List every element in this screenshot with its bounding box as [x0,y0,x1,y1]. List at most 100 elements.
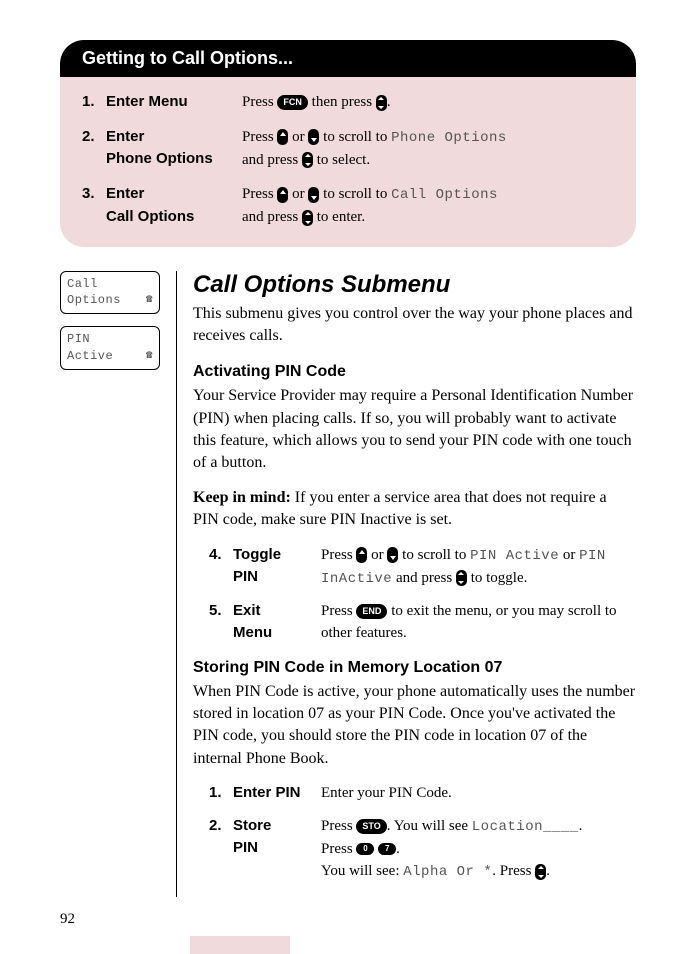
step-desc: Press END to exit the menu, or you may s… [321,600,636,645]
text: to scroll to [323,129,391,145]
getting-to-panel: Getting to Call Options... 1. Enter Menu… [60,40,636,247]
updown-key-icon [302,210,313,226]
text: Press [321,547,356,563]
step-row: 3. Enter Call Options Press or to scroll… [82,183,614,229]
step-label: Toggle PIN [233,544,321,590]
text: to scroll to [323,186,391,202]
step-label: Enter PIN [233,782,321,805]
text: or [292,186,308,202]
text: Press [321,841,356,857]
text: Press [242,94,277,110]
text: to scroll to [402,547,470,563]
text: You will see: [321,863,403,879]
subheading: Storing PIN Code in Memory Location 07 [193,659,636,677]
text: . [387,94,391,110]
phone-icon: ☎ [146,349,153,364]
seven-key-icon: 7 [378,843,396,855]
bottom-accent [190,936,290,954]
body-text: Your Service Provider may require a Pers… [193,385,636,475]
step-number: 5. [209,600,233,645]
lcd-text: Alpha Or * [403,864,492,880]
step-number: 4. [209,544,233,590]
text: to select. [317,152,370,168]
section-title: Call Options Submenu [193,271,636,299]
step-row: 1. Enter Menu Press FCN then press . [82,91,614,114]
updown-key-icon [376,95,387,111]
step-desc: Press STO. You will see Location____. Pr… [321,815,636,884]
text: to toggle. [471,570,528,586]
text: Press [242,129,277,145]
text: Press [321,818,356,834]
step-desc: Enter your PIN Code. [321,782,636,805]
step-number: 2. [209,815,233,884]
text: . You will see [387,818,472,834]
text: to enter. [317,209,365,225]
step-label: Enter Menu [106,91,242,114]
lcd-display: PIN Active ☎ [60,326,160,370]
lcd-line1: Call [67,276,153,293]
text: . [579,818,583,834]
lcd-text: PIN Active [470,548,559,564]
lcd-text: Phone Options [391,130,507,146]
text: Press [242,186,277,202]
text: and press [242,209,302,225]
text: or [292,129,308,145]
lcd-display: Call Options ☎ [60,271,160,315]
text: and press [242,152,302,168]
text: or [371,547,387,563]
step-label: Store PIN [233,815,321,884]
step-number: 1. [209,782,233,805]
panel-body: 1. Enter Menu Press FCN then press . 2. … [60,77,636,247]
up-key-icon [356,547,367,563]
lcd-line2: Options [67,292,121,309]
keep-in-mind: Keep in mind: If you enter a service are… [193,487,636,532]
keep-label: Keep in mind: [193,489,291,506]
updown-key-icon [456,570,467,586]
up-key-icon [277,129,288,145]
text: . [546,863,550,879]
down-key-icon [387,547,398,563]
fcn-key-icon: FCN [277,95,308,110]
end-key-icon: END [356,604,387,619]
step-row: 1. Enter PIN Enter your PIN Code. [209,782,636,805]
step-label: Enter Phone Options [106,126,242,172]
inner-steps: 4. Toggle PIN Press or to scroll to PIN … [193,544,636,645]
down-key-icon [308,129,319,145]
updown-key-icon [302,152,313,168]
page-number: 92 [60,911,75,928]
step-desc: Press or to scroll to PIN Active or PIN … [321,544,636,590]
step-row: 4. Toggle PIN Press or to scroll to PIN … [209,544,636,590]
main-content: Call Options Submenu This submenu gives … [176,271,636,898]
text: . [396,841,400,857]
lcd-text: Location____ [472,819,579,835]
step-label: Exit Menu [233,600,321,645]
step-number: 2. [82,126,106,172]
text: or [563,547,579,563]
sto-key-icon: STO [356,819,386,834]
panel-header: Getting to Call Options... [60,40,636,77]
step-label: Enter Call Options [106,183,242,229]
inner-steps: 1. Enter PIN Enter your PIN Code. 2. Sto… [193,782,636,883]
text: and press [396,570,456,586]
content-columns: Call Options ☎ PIN Active ☎ Call Options… [60,271,636,898]
step-row: 5. Exit Menu Press END to exit the menu,… [209,600,636,645]
step-row: 2. Enter Phone Options Press or to scrol… [82,126,614,172]
subheading: Activating PIN Code [193,363,636,381]
step-number: 1. [82,91,106,114]
lcd-line2: Active [67,348,113,365]
step-desc: Press FCN then press . [242,91,614,114]
up-key-icon [277,187,288,203]
zero-key-icon: 0 [356,843,374,855]
manual-page: Getting to Call Options... 1. Enter Menu… [0,0,676,927]
lcd-text: Call Options [391,187,498,203]
text: . Press [492,863,535,879]
step-number: 3. [82,183,106,229]
lcd-line1: PIN [67,331,153,348]
phone-icon: ☎ [146,293,153,308]
step-desc: Press or to scroll to Phone Options and … [242,126,614,172]
text: then press [312,94,376,110]
intro-text: This submenu gives you control over the … [193,303,636,348]
lcd-sidebar: Call Options ☎ PIN Active ☎ [60,271,160,898]
updown-key-icon [535,864,546,880]
step-row: 2. Store PIN Press STO. You will see Loc… [209,815,636,884]
